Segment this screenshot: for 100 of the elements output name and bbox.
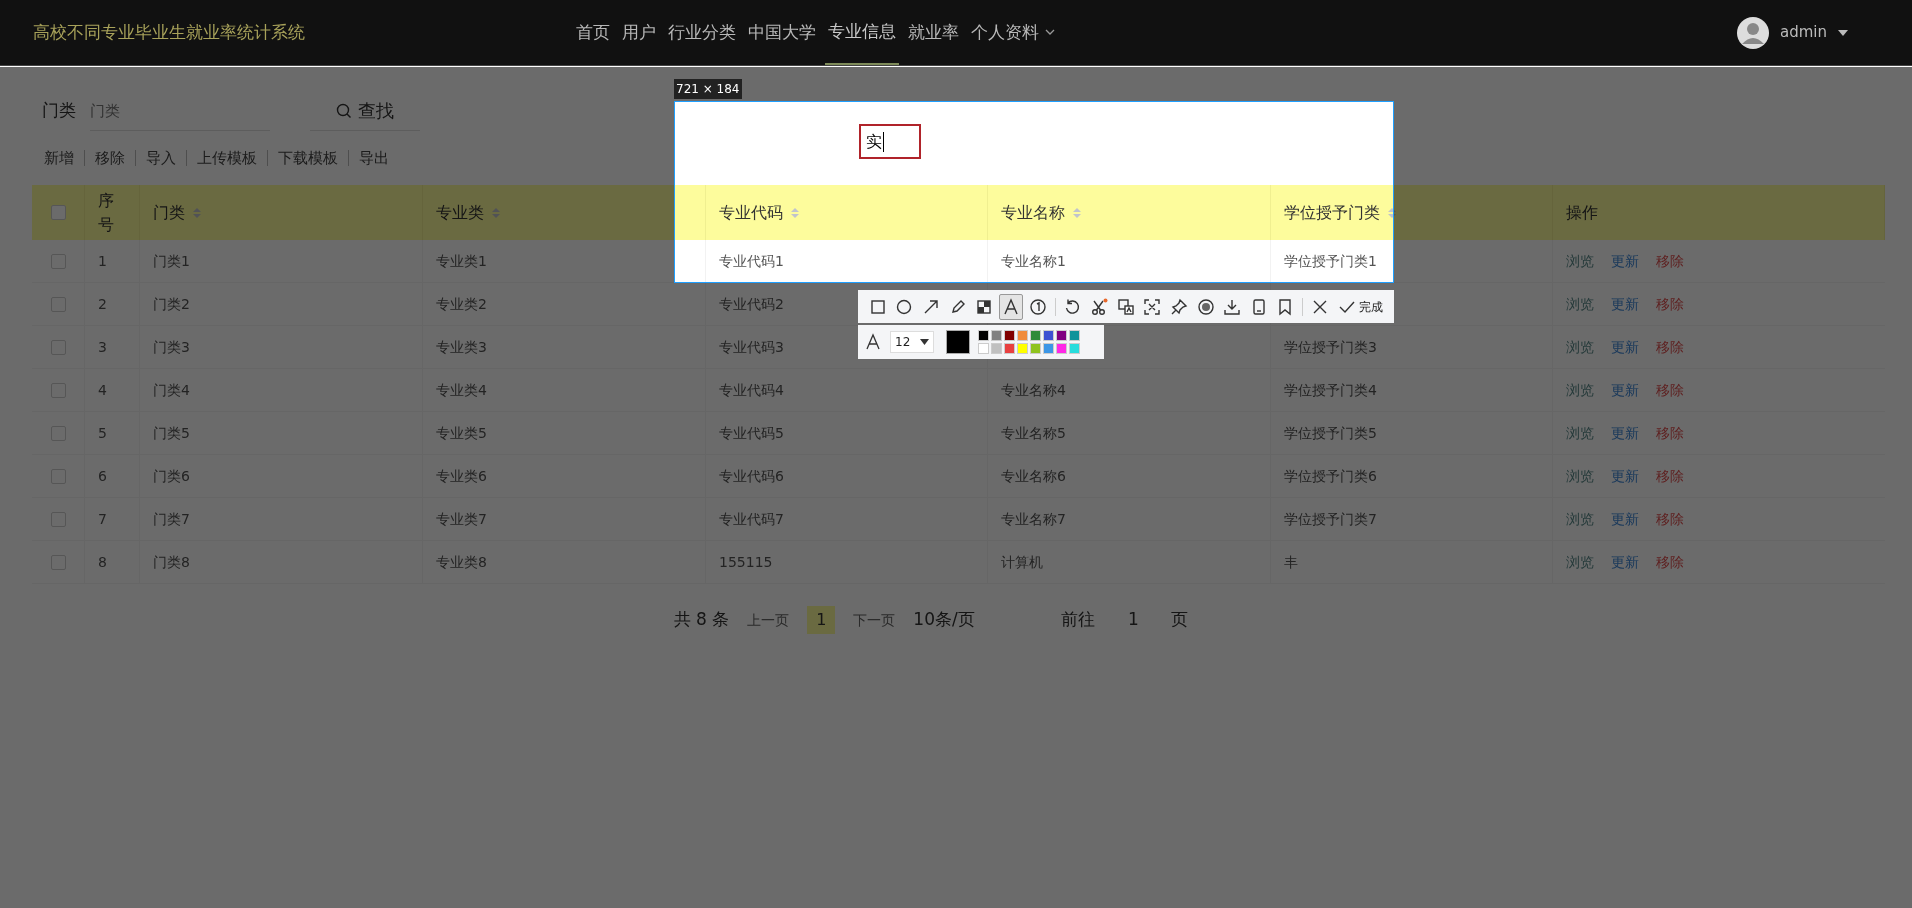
font-icon <box>864 333 882 351</box>
row-action-link[interactable]: 更新 <box>1611 508 1639 530</box>
row-action-link[interactable]: 移除 <box>1656 336 1684 358</box>
action-button[interactable]: 上传模板 <box>197 146 257 170</box>
color-swatch[interactable] <box>1043 343 1054 354</box>
color-swatch[interactable] <box>978 330 989 341</box>
nav-item[interactable]: 就业率 <box>905 0 962 65</box>
table-cell-text: 专业名称7 <box>1001 509 1066 529</box>
table-cell-text: 专业名称1 <box>1001 251 1066 271</box>
row-action-link[interactable]: 更新 <box>1611 465 1639 487</box>
nav-item[interactable]: 中国大学 <box>745 0 819 65</box>
username[interactable]: admin <box>1780 21 1827 44</box>
capture-frame[interactable] <box>674 101 1394 283</box>
color-swatch[interactable] <box>991 330 1002 341</box>
row-action-link[interactable]: 移除 <box>1656 293 1684 315</box>
row-action-link[interactable]: 浏览 <box>1566 379 1594 401</box>
color-swatch[interactable] <box>1056 330 1067 341</box>
font-size-select[interactable]: 12 <box>890 331 934 353</box>
nav-item[interactable]: 专业信息 <box>825 0 899 65</box>
nav-item[interactable]: 行业分类 <box>665 0 739 65</box>
column-header[interactable]: 专业名称 <box>1001 200 1081 225</box>
pin-icon <box>1169 297 1188 316</box>
page-number-field[interactable]: 1 <box>1113 607 1154 633</box>
row-action-link[interactable]: 移除 <box>1656 551 1684 573</box>
page-button[interactable]: 1 <box>807 606 836 634</box>
done-button[interactable]: 完成 <box>1334 293 1386 320</box>
sort-icon[interactable] <box>1388 206 1396 219</box>
action-button[interactable]: 导入 <box>146 146 176 170</box>
table-cell-text: 1 <box>98 251 107 271</box>
search-field[interactable]: 门类 <box>90 91 270 131</box>
color-swatch[interactable] <box>1004 343 1015 354</box>
row-action-link[interactable]: 移除 <box>1656 508 1684 530</box>
table-cell-text: 计算机 <box>1001 552 1043 572</box>
table-cell-text: 专业类7 <box>436 509 487 529</box>
color-swatch[interactable] <box>978 343 989 354</box>
row-action-link[interactable]: 更新 <box>1611 293 1639 315</box>
row-action-link[interactable]: 移除 <box>1656 379 1684 401</box>
avatar-icon[interactable] <box>1736 15 1770 50</box>
color-swatch[interactable] <box>1017 343 1028 354</box>
row-action-link[interactable]: 浏览 <box>1566 422 1594 444</box>
row-action-link[interactable]: 浏览 <box>1566 551 1594 573</box>
table-cell-text: 7 <box>98 509 107 529</box>
row-action-link[interactable]: 移除 <box>1656 250 1684 272</box>
color-swatch[interactable] <box>1043 330 1054 341</box>
color-swatch[interactable] <box>1069 330 1080 341</box>
row-action-link[interactable]: 浏览 <box>1566 465 1594 487</box>
caret-icon[interactable] <box>1837 28 1849 37</box>
row-action-link[interactable]: 浏览 <box>1566 293 1594 315</box>
text-annotation-box[interactable]: 实 <box>859 124 921 159</box>
color-swatch[interactable] <box>1017 330 1028 341</box>
column-header[interactable]: 序号 <box>98 188 118 237</box>
row-action-link[interactable]: 更新 <box>1611 379 1639 401</box>
row-action-link[interactable]: 移除 <box>1656 422 1684 444</box>
translate-icon <box>1116 297 1135 316</box>
table-cell-text: 专业类4 <box>436 380 487 400</box>
row-action-link[interactable]: 移除 <box>1656 465 1684 487</box>
column-header[interactable]: 专业类 <box>436 200 500 225</box>
table-cell-text: 门类4 <box>153 380 190 400</box>
table-cell-text: 155115 <box>719 552 773 572</box>
chevron-icon[interactable] <box>1045 29 1055 36</box>
row-action-link[interactable]: 浏览 <box>1566 508 1594 530</box>
current-color-swatch[interactable] <box>946 330 970 354</box>
color-swatch[interactable] <box>1004 330 1015 341</box>
column-header[interactable]: 操作 <box>1566 200 1598 225</box>
column-header[interactable]: 学位授予门类 <box>1284 200 1396 225</box>
table-cell-text: 专业类2 <box>436 294 487 314</box>
text-tool[interactable] <box>999 293 1023 320</box>
row-action-link[interactable]: 更新 <box>1611 336 1639 358</box>
row-action-link[interactable]: 更新 <box>1611 250 1639 272</box>
annotation-text: 实 <box>866 130 882 153</box>
table-cell-text: 学位授予门类7 <box>1284 509 1377 529</box>
page-size-select[interactable]: 10条/页 <box>913 607 1024 633</box>
action-button[interactable]: 移除 <box>95 146 125 170</box>
table-cell-text: 专业代码7 <box>719 509 784 529</box>
column-header[interactable]: 门类 <box>153 200 201 225</box>
action-button[interactable]: 导出 <box>359 146 389 170</box>
nav-item[interactable]: 个人资料 <box>968 0 1058 65</box>
checkbox[interactable] <box>50 205 66 220</box>
next-page-button[interactable]: 下一页 <box>853 609 896 631</box>
row-action-link[interactable]: 浏览 <box>1566 336 1594 358</box>
action-button[interactable]: 下载模板 <box>278 146 338 170</box>
search-button[interactable]: 查找 <box>310 91 420 131</box>
table-cell-text: 专业代码4 <box>719 380 784 400</box>
color-swatch[interactable] <box>991 343 1002 354</box>
table-cell-text: 专业类8 <box>436 552 487 572</box>
nav-item[interactable]: 首页 <box>573 0 613 65</box>
color-swatch[interactable] <box>1030 330 1041 341</box>
row-action-link[interactable]: 更新 <box>1611 551 1639 573</box>
column-header[interactable]: 专业代码 <box>719 200 799 225</box>
color-swatch[interactable] <box>1030 343 1041 354</box>
record-icon <box>1196 297 1215 316</box>
row-action-link[interactable]: 浏览 <box>1566 250 1594 272</box>
table-cell-text: 4 <box>98 380 107 400</box>
table-cell-text: 5 <box>98 423 107 443</box>
table-cell-text: 专业类5 <box>436 423 487 443</box>
action-button[interactable]: 新增 <box>44 146 74 170</box>
row-action-link[interactable]: 更新 <box>1611 422 1639 444</box>
color-swatch[interactable] <box>1069 343 1080 354</box>
color-swatch[interactable] <box>1056 343 1067 354</box>
nav-item[interactable]: 用户 <box>619 0 659 65</box>
